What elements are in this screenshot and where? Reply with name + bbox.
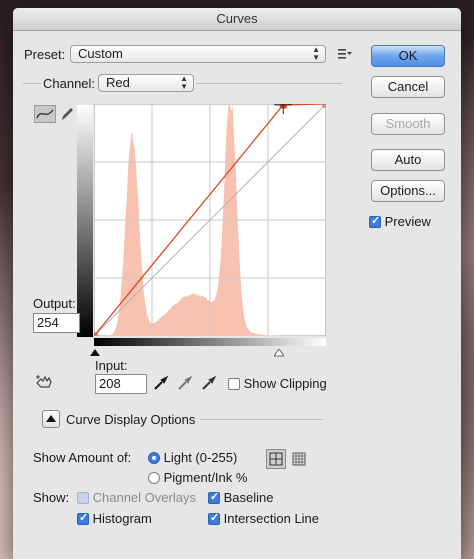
preset-value: Custom bbox=[78, 46, 123, 61]
pigment-radio-icon bbox=[148, 472, 160, 484]
histogram-checkbox[interactable]: Histogram bbox=[77, 511, 152, 526]
group-border-right bbox=[196, 83, 342, 84]
show-clipping-check-icon bbox=[228, 378, 240, 390]
gray-eyedropper-icon[interactable] bbox=[177, 375, 193, 394]
light-radio-label: Light (0-255) bbox=[163, 450, 238, 465]
show-clipping-label: Show Clipping bbox=[243, 376, 327, 391]
show-clipping-checkbox[interactable]: Show Clipping bbox=[228, 376, 327, 391]
smooth-button[interactable]: Smooth bbox=[371, 113, 445, 135]
curve-display-separator bbox=[200, 419, 323, 420]
histogram-check-icon bbox=[77, 511, 89, 525]
light-radio-icon bbox=[148, 452, 160, 464]
curves-graph[interactable] bbox=[94, 104, 326, 336]
preset-options-icon[interactable] bbox=[338, 48, 352, 60]
simple-grid-icon[interactable] bbox=[266, 449, 286, 469]
white-point-slider[interactable] bbox=[273, 346, 285, 360]
window-title: Curves bbox=[13, 8, 461, 31]
light-radio[interactable]: Light (0-255) bbox=[148, 450, 237, 465]
histogram-label: Histogram bbox=[92, 511, 152, 526]
channel-overlays-checkbox[interactable]: Channel Overlays bbox=[77, 490, 196, 505]
channel-label: Channel: bbox=[43, 76, 96, 91]
curve-display-options-label: Curve Display Options bbox=[66, 412, 196, 427]
channel-overlays-label: Channel Overlays bbox=[92, 490, 196, 505]
intersection-line-label: Intersection Line bbox=[223, 511, 320, 526]
ok-button[interactable]: OK bbox=[371, 45, 445, 67]
input-field[interactable]: 208 bbox=[95, 374, 147, 394]
channel-select[interactable]: Red ▲ ▼ bbox=[98, 74, 194, 92]
cancel-button[interactable]: Cancel bbox=[371, 76, 445, 98]
channel-value: Red bbox=[106, 75, 130, 90]
curve-tool-icon[interactable] bbox=[34, 105, 56, 123]
updown-arrows-icon: ▲ ▼ bbox=[312, 45, 320, 62]
intersection-line-checkbox[interactable]: Intersection Line bbox=[208, 511, 319, 526]
updown-arrows-icon: ▲ ▼ bbox=[180, 74, 188, 91]
show-amount-label: Show Amount of: bbox=[33, 450, 132, 465]
preview-check-icon bbox=[369, 214, 381, 228]
detailed-grid-icon[interactable] bbox=[290, 450, 308, 468]
input-gradient-bar bbox=[94, 338, 326, 346]
pigment-radio[interactable]: Pigment/Ink % bbox=[148, 470, 247, 485]
pigment-radio-label: Pigment/Ink % bbox=[163, 470, 248, 485]
black-eyedropper-icon[interactable] bbox=[153, 375, 169, 394]
preset-label: Preset: bbox=[24, 47, 66, 62]
white-eyedropper-icon[interactable] bbox=[201, 375, 217, 394]
channel-overlays-check-icon bbox=[77, 492, 89, 504]
show-label: Show: bbox=[33, 490, 70, 505]
baseline-checkbox[interactable]: Baseline bbox=[208, 490, 274, 505]
preset-select[interactable]: Custom ▲ ▼ bbox=[70, 45, 326, 63]
preview-checkbox[interactable]: Preview bbox=[369, 214, 431, 229]
preview-label: Preview bbox=[384, 214, 431, 229]
curves-dialog: Curves Preset: Custom ▲ ▼ OK Cancel Smoot… bbox=[13, 8, 461, 559]
collapse-triangle-icon[interactable] bbox=[42, 410, 60, 428]
output-field[interactable]: 254 bbox=[33, 313, 80, 333]
options-button[interactable]: Options... bbox=[371, 180, 445, 202]
baseline-check-icon bbox=[208, 490, 220, 504]
group-border-left bbox=[23, 83, 41, 84]
pencil-icon[interactable] bbox=[59, 105, 75, 123]
output-gradient-bar bbox=[77, 105, 93, 337]
baseline-label: Baseline bbox=[223, 490, 274, 505]
target-adjust-hand-icon[interactable] bbox=[35, 374, 55, 393]
intersection-line-check-icon bbox=[208, 511, 220, 525]
output-label: Output: bbox=[33, 296, 76, 311]
input-label: Input: bbox=[95, 358, 128, 373]
auto-button[interactable]: Auto bbox=[371, 149, 445, 171]
